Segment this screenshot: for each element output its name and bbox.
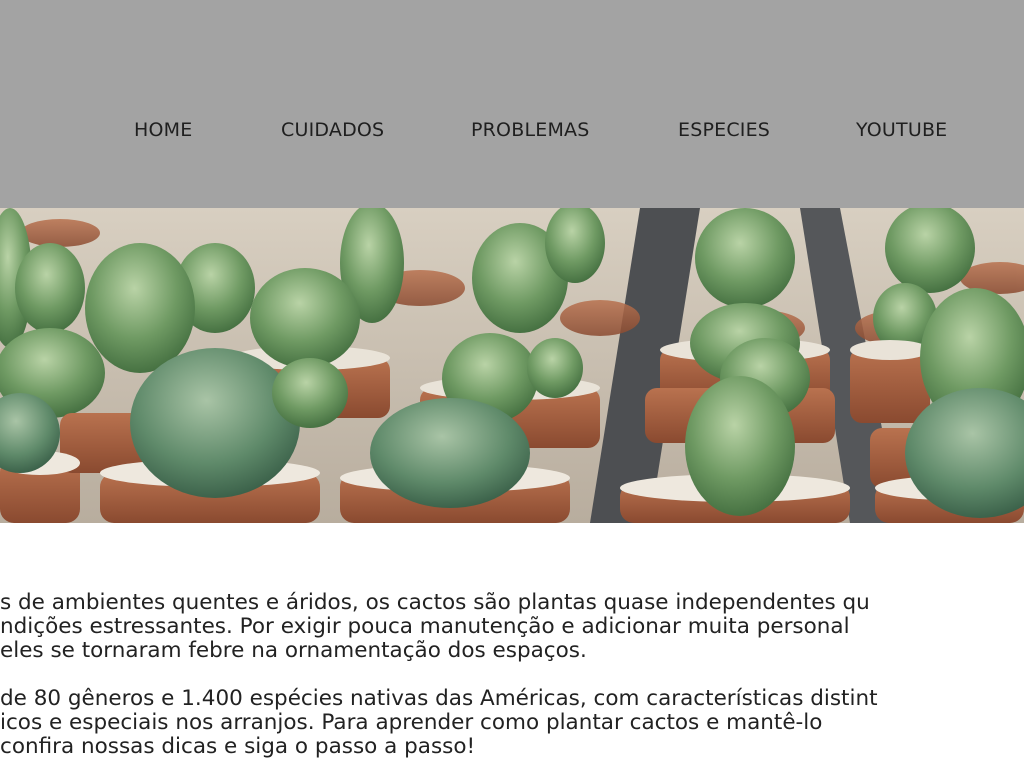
intro-section: s de ambientes quentes e áridos, os cact… (0, 523, 1024, 768)
paragraph-line: s de ambientes quentes e áridos, os cact… (0, 591, 870, 615)
intro-paragraph-1: s de ambientes quentes e áridos, os cact… (0, 591, 1024, 663)
site-header: HOME CUIDADOS PROBLEMAS ESPECIES YOUTUBE (0, 0, 1024, 208)
paragraph-line: eles se tornaram febre na ornamentação d… (0, 639, 587, 663)
nav-especies-link[interactable]: ESPECIES (678, 119, 770, 141)
nav-problemas-link[interactable]: PROBLEMAS (471, 119, 590, 141)
nav-home-link[interactable]: HOME (134, 119, 192, 141)
paragraph-line: de 80 gêneros e 1.400 espécies nativas d… (0, 687, 878, 711)
paragraph-line: icos e especiais nos arranjos. Para apre… (0, 711, 823, 735)
nav-cuidados-link[interactable]: CUIDADOS (281, 119, 384, 141)
intro-paragraph-2: de 80 gêneros e 1.400 espécies nativas d… (0, 687, 1024, 759)
nav-youtube-link[interactable]: YOUTUBE (856, 119, 947, 141)
paragraph-line: confira nossas dicas e siga o passo a pa… (0, 735, 476, 759)
paragraph-line: ndições estressantes. Por exigir pouca m… (0, 615, 850, 639)
hero-cactus-image (0, 208, 1024, 523)
